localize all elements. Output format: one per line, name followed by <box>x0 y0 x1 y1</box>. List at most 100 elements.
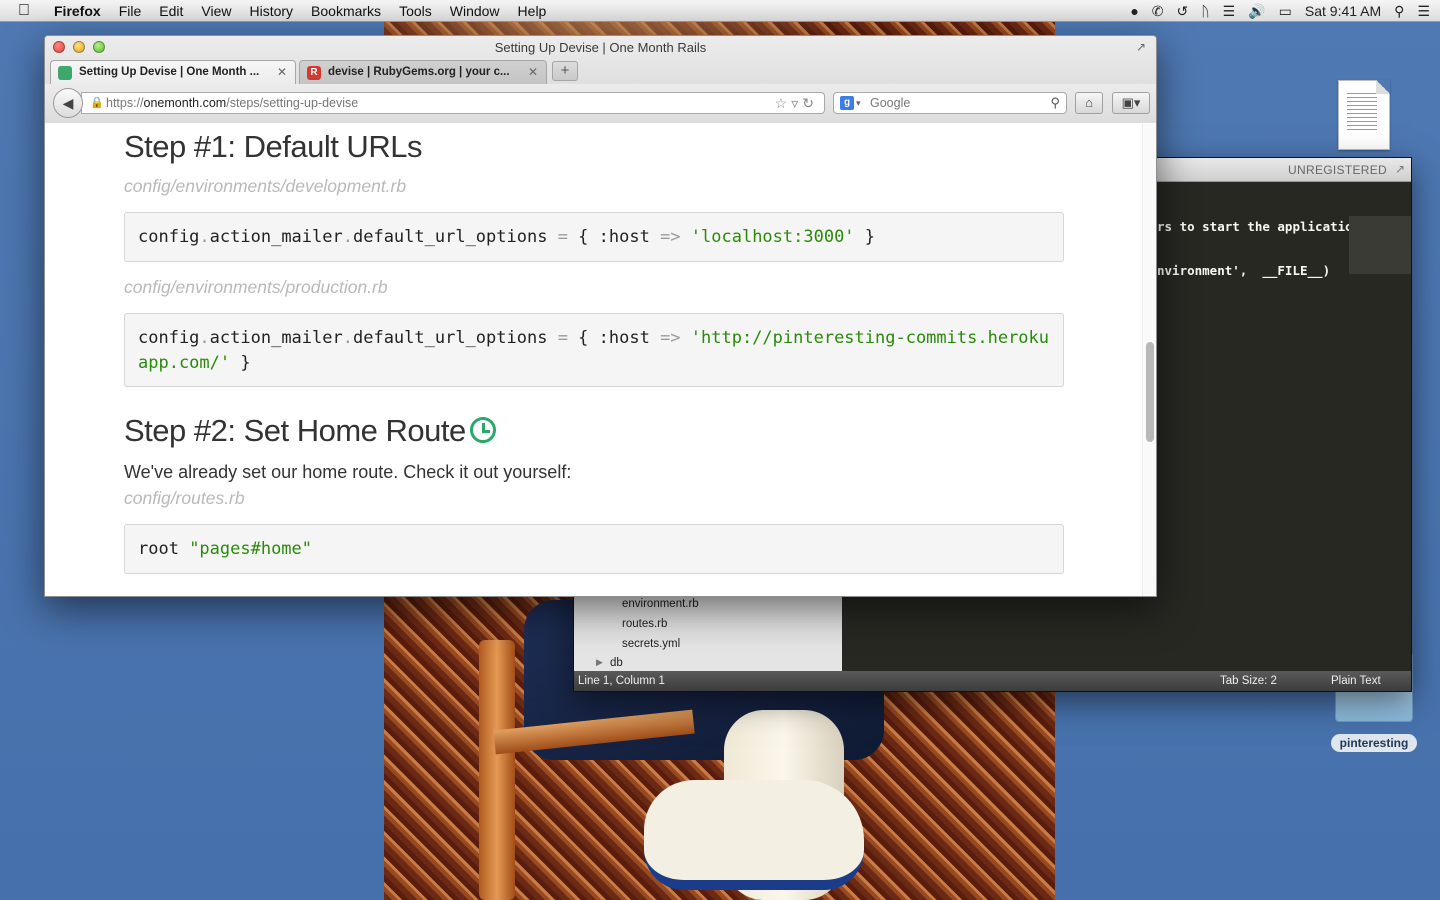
back-arrow-icon: ◀ <box>62 95 74 111</box>
rubygems-favicon-icon: R <box>307 66 321 80</box>
code-token: . <box>342 328 353 348</box>
lock-icon: 🔒 <box>90 97 104 109</box>
code-token: action_mailer <box>209 328 343 348</box>
fullscreen-icon[interactable]: ↗ <box>1136 40 1146 54</box>
menu-bookmarks[interactable]: Bookmarks <box>311 3 381 19</box>
page-content: Step #1: Default URLs config/environment… <box>45 124 1143 596</box>
history-dropdown-icon[interactable]: ▿ <box>791 95 802 111</box>
window-title: Setting Up Devise | One Month Rails <box>494 40 707 55</box>
bookmarks-icon: ▣▾ <box>1121 95 1141 110</box>
code-token: "pages#home" <box>189 539 313 559</box>
code-block-production[interactable]: config.action_mailer.default_url_options… <box>124 313 1064 387</box>
tab-label: Setting Up Devise | One Month ... <box>79 66 260 78</box>
menu-extras: ● ✆ ↺ ᚢ ☰ 🔊 ▭ Sat 9:41 AM ⚲ ☰ <box>1130 0 1430 22</box>
code-token: } <box>854 227 876 247</box>
home-button[interactable]: ⌂ <box>1075 92 1103 114</box>
menu-edit[interactable]: Edit <box>159 3 183 19</box>
file-item-environment[interactable]: environment.rb <box>622 598 699 610</box>
bookmarks-menu-button[interactable]: ▣▾ <box>1112 92 1150 114</box>
menu-bar:  Firefox File Edit View History Bookmar… <box>0 0 1440 22</box>
browser-toolbar: Setting Up Devise | One Month Rails ↗ Se… <box>45 36 1156 123</box>
document-file-icon[interactable] <box>1338 80 1390 150</box>
search-placeholder: Google <box>870 96 911 110</box>
editor-code[interactable]: rs to start the application nvironment',… <box>1157 216 1360 282</box>
url-prefix: https:// <box>106 96 144 110</box>
code-token: action_mailer <box>209 227 343 247</box>
editor-statusbar: Line 1, Column 1 Tab Size: 2 Plain Text <box>574 671 1411 691</box>
disclosure-triangle-icon[interactable]: ▶ <box>596 657 603 668</box>
menu-app-name[interactable]: Firefox <box>54 3 101 19</box>
file-item-routes[interactable]: routes.rb <box>622 618 667 630</box>
folder-item-db[interactable]: db <box>610 657 623 669</box>
new-tab-button[interactable]: + <box>552 61 578 81</box>
cursor-position: Line 1, Column 1 <box>578 675 665 687</box>
page-scrollbar[interactable] <box>1142 124 1156 596</box>
bookmark-star-icon[interactable]: ☆ <box>775 95 792 111</box>
file-sidebar: environment.rb routes.rb secrets.yml ▶ d… <box>574 596 842 672</box>
fullscreen-icon[interactable]: ↗ <box>1395 162 1405 176</box>
code-token: . <box>342 227 353 247</box>
menu-clock[interactable]: Sat 9:41 AM <box>1305 3 1381 19</box>
url-bar[interactable]: 🔒 https://onemonth.com/steps/setting-up-… <box>81 92 825 114</box>
url-actions: ☆▿↻ <box>775 93 818 113</box>
google-icon[interactable]: g <box>840 96 854 110</box>
menu-view[interactable]: View <box>201 3 231 19</box>
step2-heading-text: Step #2: Set Home Route <box>124 413 466 448</box>
navigation-bar: 🔒 https://onemonth.com/steps/setting-up-… <box>45 84 1156 123</box>
reload-icon[interactable]: ↻ <box>802 95 818 111</box>
tab-size-setting[interactable]: Tab Size: 2 <box>1220 675 1277 687</box>
notification-center-icon[interactable]: ☰ <box>1417 3 1430 20</box>
apple-menu-icon[interactable]:  <box>18 2 40 20</box>
home-icon: ⌂ <box>1085 95 1093 110</box>
menu-file[interactable]: File <box>119 3 142 19</box>
code-token: 'localhost:3000' <box>680 227 855 247</box>
url-path: /steps/setting-up-devise <box>226 96 359 110</box>
volume-icon[interactable]: 🔊 <box>1248 3 1265 20</box>
scrollbar-thumb[interactable] <box>1146 342 1154 442</box>
browser-window: Setting Up Devise | One Month Rails ↗ Se… <box>44 35 1157 597</box>
folder-label[interactable]: pinteresting <box>1331 734 1417 752</box>
path-production: config/environments/production.rb <box>124 277 388 297</box>
code-token: => <box>660 227 681 247</box>
menu-window[interactable]: Window <box>450 3 500 19</box>
menu-history[interactable]: History <box>249 3 293 19</box>
search-bar[interactable]: g ▾ Google ⚲ <box>833 92 1067 114</box>
unregistered-label: UNREGISTERED <box>1288 163 1387 177</box>
phone-icon[interactable]: ✆ <box>1152 3 1164 20</box>
tab-setting-up-devise[interactable]: Setting Up Devise | One Month ... ✕ <box>50 60 296 84</box>
syntax-setting[interactable]: Plain Text <box>1331 675 1381 687</box>
code-token: => <box>660 328 681 348</box>
code-token: { :host <box>578 227 661 247</box>
step2-heading: Step #2: Set Home Route <box>124 413 496 449</box>
bluetooth-icon[interactable]: ᚢ <box>1201 3 1209 19</box>
tab-label: devise | RubyGems.org | your c... <box>328 66 510 78</box>
back-button[interactable]: ◀ <box>53 88 83 118</box>
menu-help[interactable]: Help <box>518 3 547 19</box>
code-token: . <box>199 227 210 247</box>
code-token: = <box>547 227 579 247</box>
code-block-development[interactable]: config.action_mailer.default_url_options… <box>124 212 1064 262</box>
spotlight-icon[interactable]: ⚲ <box>1394 3 1404 20</box>
editor-minimap[interactable] <box>1349 216 1411 274</box>
clock-icon <box>469 416 496 443</box>
menu-tools[interactable]: Tools <box>399 3 432 19</box>
code-block-routes[interactable]: root "pages#home" <box>124 524 1064 574</box>
code-line: nvironment', __FILE__) <box>1157 263 1331 278</box>
tab-rubygems-devise[interactable]: R devise | RubyGems.org | your c... ✕ <box>299 60 547 84</box>
code-token: . <box>199 328 210 348</box>
code-token: = <box>547 328 579 348</box>
path-development: config/environments/development.rb <box>124 176 407 196</box>
code-line: rs to start the application <box>1157 219 1361 234</box>
wifi-icon[interactable]: ☰ <box>1223 3 1236 20</box>
code-token: } <box>230 353 251 373</box>
close-tab-icon[interactable]: ✕ <box>277 61 287 84</box>
time-machine-icon[interactable]: ↺ <box>1177 3 1189 20</box>
step2-paragraph: We've already set our home route. Check … <box>124 462 572 482</box>
search-engine-dropdown-icon[interactable]: ▾ <box>856 93 861 113</box>
file-item-secrets[interactable]: secrets.yml <box>622 638 680 650</box>
search-icon[interactable]: ⚲ <box>1050 93 1060 113</box>
close-tab-icon[interactable]: ✕ <box>528 61 538 84</box>
status-circle-icon[interactable]: ● <box>1130 3 1138 19</box>
battery-icon[interactable]: ▭ <box>1279 3 1292 20</box>
